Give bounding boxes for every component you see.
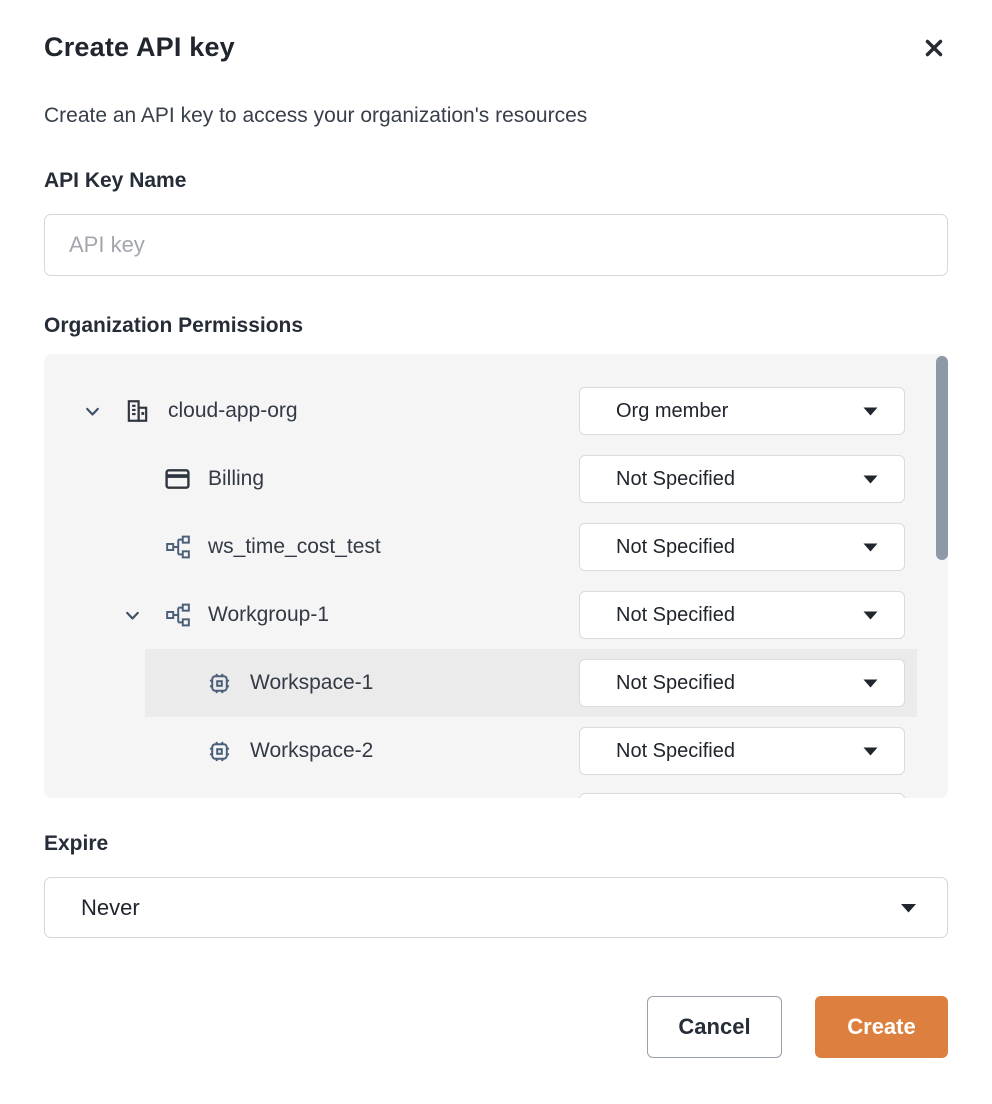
permission-select[interactable]: Not Specified [579, 523, 905, 571]
tree-row[interactable]: Billing Not Specified [44, 445, 948, 513]
workspace-chip-icon [206, 739, 233, 764]
tree-row-left: Workgroup-1 [44, 602, 579, 628]
chevron-down-icon[interactable] [84, 403, 101, 420]
tree-row-left: Workspace-1 [44, 671, 579, 696]
permission-select[interactable]: Not Specified [579, 455, 905, 503]
caret-down-icon [863, 407, 878, 416]
permission-value: Not Specified [616, 740, 735, 763]
permission-value: Not Specified [616, 672, 735, 695]
tree-item-label: Workgroup-1 [208, 603, 329, 627]
api-key-name-input[interactable] [44, 214, 948, 276]
tree-item-label: Workspace-1 [250, 671, 373, 695]
tree-item-label: cloud-app-org [168, 399, 298, 423]
create-api-key-modal: Create API key Create an API key to acce… [0, 0, 992, 1104]
permissions-tree-panel: cloud-app-org Org member Billing Not Spe… [44, 354, 948, 798]
permission-value: Not Specified [616, 468, 735, 491]
permission-select[interactable]: Not Specified [579, 659, 905, 707]
caret-down-icon [863, 543, 878, 552]
caret-down-icon [863, 679, 878, 688]
caret-down-icon [863, 611, 878, 620]
caret-down-icon [863, 747, 878, 756]
chevron-down-icon[interactable] [124, 607, 141, 624]
permission-value: Not Specified [616, 536, 735, 559]
tree-row[interactable]: Workspace-1 Not Specified [44, 649, 948, 717]
tree-row[interactable]: cloud-app-org Org member [44, 377, 948, 445]
permission-value: Org member [616, 400, 728, 423]
tree-item-label: ws_time_cost_test [208, 535, 381, 559]
tree-row[interactable]: Workgroup-1 Not Specified [44, 581, 948, 649]
permission-value: Not Specified [616, 604, 735, 627]
close-icon [921, 35, 947, 61]
expire-value: Never [81, 895, 140, 921]
tree-row-left: cloud-app-org [44, 398, 579, 424]
api-key-name-label: API Key Name [44, 168, 948, 193]
tree-row-left: Billing [44, 467, 579, 491]
caret-down-icon [863, 475, 878, 484]
permission-select[interactable]: Org member [579, 387, 905, 435]
modal-header: Create API key [44, 32, 948, 62]
permission-select[interactable]: Not Specified [579, 727, 905, 775]
expire-label: Expire [44, 831, 948, 856]
tree-item-label: Billing [208, 467, 264, 491]
workgroup-icon [164, 602, 191, 628]
permission-select[interactable]: Not Specified [579, 591, 905, 639]
permissions-tree: cloud-app-org Org member Billing Not Spe… [44, 377, 948, 798]
workgroup-icon [164, 534, 191, 560]
expire-select[interactable]: Never [44, 877, 948, 938]
tree-item-label: Workspace-2 [250, 739, 373, 763]
organization-icon [124, 398, 151, 424]
scrollbar-thumb[interactable] [936, 356, 948, 560]
tree-row[interactable]: ws_time_cost_test Not Specified [44, 513, 948, 581]
tree-row-partial[interactable] [44, 785, 948, 798]
caret-down-icon [900, 903, 917, 913]
modal-title: Create API key [44, 32, 235, 62]
cancel-button[interactable]: Cancel [647, 996, 782, 1058]
organization-permissions-label: Organization Permissions [44, 313, 948, 338]
billing-card-icon [164, 467, 191, 491]
permission-select[interactable] [579, 793, 905, 798]
create-button[interactable]: Create [815, 996, 948, 1058]
modal-subtitle: Create an API key to access your organiz… [44, 103, 948, 128]
tree-row-left: Workspace-2 [44, 739, 579, 764]
close-button[interactable] [920, 34, 948, 62]
tree-row-left: ws_time_cost_test [44, 534, 579, 560]
modal-footer: Cancel Create [44, 996, 948, 1058]
workspace-chip-icon [206, 671, 233, 696]
tree-row[interactable]: Workspace-2 Not Specified [44, 717, 948, 785]
